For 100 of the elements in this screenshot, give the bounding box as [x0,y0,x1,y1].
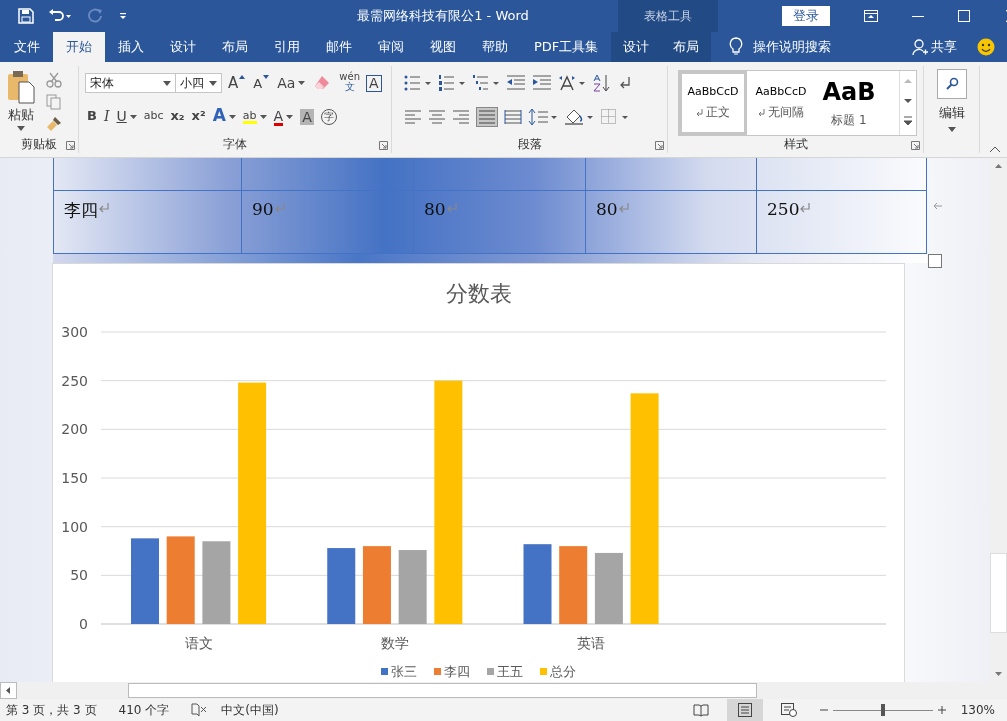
caret-icon [259,115,267,119]
dialog-launcher-icon[interactable] [911,141,920,150]
ribbon-tab[interactable]: 引用 [261,32,313,62]
category-label: 数学 [380,635,409,651]
paint-bucket-icon[interactable] [564,108,594,126]
table-resize-handle[interactable] [928,254,942,268]
up-triangle-icon [239,75,246,79]
row-end-mark-icon [933,202,943,210]
superscript-button[interactable]: x² [189,106,208,128]
ribbon-tab[interactable]: 邮件 [313,32,365,62]
phonetic-guide-button[interactable]: wén 文 [337,72,362,94]
axis-tick-label: 50 [70,567,88,584]
person-add-icon[interactable] [912,39,928,55]
category-label: 英语 [577,635,606,651]
brush-icon[interactable] [46,116,62,132]
change-case-button[interactable]: Aa [275,72,308,94]
ribbon-tab[interactable]: 帮助 [469,32,521,62]
paragraph-mark-icon[interactable] [618,75,632,91]
shrink-font-button[interactable]: A [251,72,272,94]
print-layout-button[interactable] [726,699,763,721]
tell-me-search[interactable]: 操作说明搜索 [753,32,832,62]
strikethrough-button[interactable]: abc [141,106,166,128]
character-shading-button[interactable]: A [298,106,316,128]
style-item[interactable]: AaBbCcD 正文 [679,71,747,135]
legend-label: 王五 [497,664,523,679]
share-button[interactable]: 共享 [931,32,957,62]
ribbon-tab[interactable]: 开始 [53,32,105,62]
legend-label: 张三 [391,664,417,679]
character-border-button[interactable]: A [366,74,382,92]
scrollbar-thumb[interactable] [990,553,1007,633]
language-indicator[interactable]: 中文(中国) [221,701,279,719]
scrollbar-thumb[interactable] [128,683,757,698]
caret-icon [129,115,137,119]
increase-indent-icon[interactable] [532,75,552,91]
subscript-button[interactable]: x₂ [168,106,187,128]
multilevel-list-icon[interactable] [472,75,500,91]
bold-button[interactable]: B [85,106,99,128]
grow-font-button[interactable]: A [226,72,248,94]
smiley-icon[interactable] [977,38,995,56]
decrease-indent-icon[interactable] [506,75,526,91]
ribbon-tab[interactable]: 布局 [661,32,712,62]
ribbon-tab[interactable]: 布局 [209,32,261,62]
zoom-slider[interactable] [832,703,933,717]
zoom-level[interactable]: 130% [960,703,995,717]
undo-icon[interactable] [48,8,74,24]
dialog-launcher-icon[interactable] [655,141,664,150]
maximize-icon[interactable] [958,10,970,22]
group-label: 样式 [783,136,808,153]
ribbon-tab[interactable]: 设计 [611,32,662,62]
table-cell: 80 [586,191,757,253]
style-item[interactable]: AaB 标题 1 [815,71,883,135]
scroll-left-icon[interactable] [0,682,17,699]
ribbon-tab[interactable]: 设计 [157,32,209,62]
group-label: 剪贴板 [21,135,57,153]
font-color-button[interactable]: A [271,106,296,128]
paragraph-mark-icon [799,203,812,213]
paragraph-mark-icon [98,203,110,213]
legend-label: 总分 [550,664,576,679]
dialog-launcher-icon[interactable] [66,141,75,150]
underline-button[interactable]: U [114,106,139,128]
text-direction-icon[interactable] [558,75,586,91]
page-icon [736,703,753,717]
font-name-field[interactable]: 宋体 [85,73,176,93]
paragraph-mark-icon [617,203,630,213]
italic-button[interactable]: I [101,106,112,128]
paste-button[interactable]: 粘贴 [6,70,36,135]
distributed-icon[interactable] [504,109,522,125]
ribbon-tab[interactable]: 审阅 [365,32,417,62]
save-icon[interactable] [18,8,34,24]
collapse-ribbon-icon[interactable] [989,146,1001,153]
style-item[interactable]: AaBbCcD 无间隔 [747,71,815,135]
axis-tick-label: 200 [61,421,88,438]
axis-tick-label: 250 [61,372,88,389]
font-size-field[interactable]: 小四 [175,73,222,93]
dialog-launcher-icon[interactable] [379,141,388,150]
legend-label: 李四 [444,664,470,679]
ribbon-tab[interactable]: 插入 [105,32,157,62]
scissors-icon[interactable] [46,72,62,88]
text-effects-button[interactable]: A [210,106,238,128]
ribbon-tab[interactable]: PDF工具集 [521,32,612,62]
login-button[interactable]: 登录 [782,6,830,26]
bullet-list-icon[interactable] [404,75,432,91]
ribbon-tab[interactable]: 文件 [0,32,53,62]
ribbon-tab[interactable]: 视图 [417,32,469,62]
highlight-button[interactable]: ab [240,106,269,128]
context-tab-header: 表格工具 [618,0,718,32]
word-count[interactable]: 410 个字 [118,701,170,719]
caret-icon [298,81,306,85]
ribbon-display-icon[interactable] [864,10,878,22]
page-count[interactable]: 第 3 页，共 3 页 [6,701,97,719]
zoom-in-icon[interactable] [936,705,947,715]
book-icon [692,703,709,717]
customize-toolbar-icon[interactable] [118,11,128,21]
sort-icon[interactable] [592,74,612,92]
proofing-book-icon[interactable] [191,703,208,717]
numbered-list-icon[interactable] [438,75,466,91]
table-cell: 250 [757,191,926,253]
editing-button[interactable]: 编辑 [936,66,967,132]
search-icon [944,77,959,91]
line-spacing-icon[interactable] [528,108,558,126]
